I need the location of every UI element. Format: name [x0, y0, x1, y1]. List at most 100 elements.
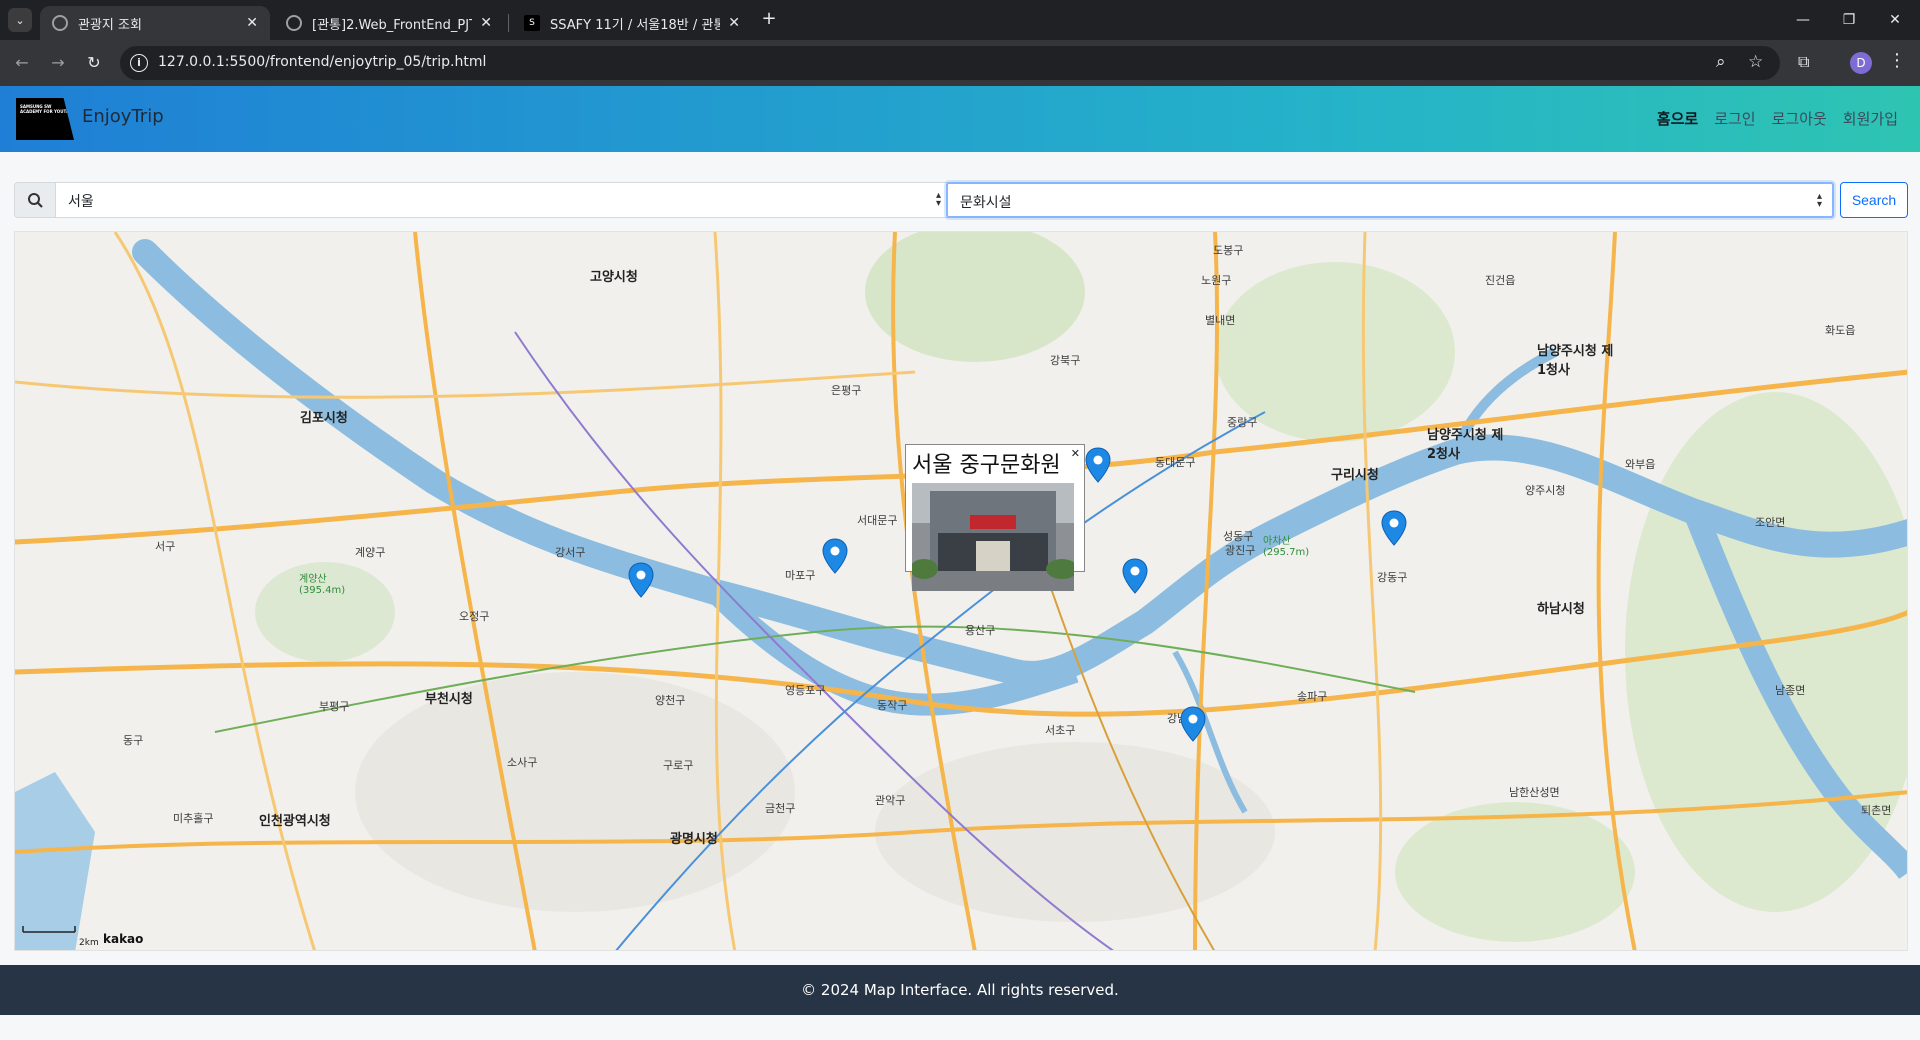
map-label: 남양주시청 제1청사: [1537, 344, 1614, 378]
map-scale-label: 2km: [79, 938, 99, 948]
search-icon-box: [14, 182, 56, 218]
back-icon[interactable]: ←: [10, 51, 34, 75]
map-label: 진건읍: [1485, 274, 1516, 287]
nav-signup[interactable]: 회원가입: [1843, 108, 1898, 129]
map-label: 중랑구: [1227, 416, 1258, 429]
map-label: 아차산 (295.7m): [1263, 536, 1310, 558]
tab-divider: [508, 14, 509, 32]
extensions-icon[interactable]: ⧉: [1798, 52, 1809, 72]
map-label: 도봉구: [1213, 244, 1244, 257]
map-label: 금천구: [765, 802, 796, 815]
map-label: 양천구: [655, 694, 686, 707]
new-tab-icon[interactable]: +: [758, 8, 780, 30]
forward-icon[interactable]: →: [46, 51, 70, 75]
tab-title: 관광지 조회: [78, 17, 142, 33]
place-photo: [912, 483, 1074, 591]
profile-avatar[interactable]: D: [1850, 52, 1872, 74]
map-label: 노원구: [1201, 274, 1232, 287]
map-label: 강북구: [1050, 354, 1081, 367]
map-marker-pin-icon[interactable]: [1085, 447, 1111, 483]
minimize-icon[interactable]: —: [1780, 0, 1826, 40]
map-marker-pin-icon[interactable]: [1381, 510, 1407, 546]
map-marker-pin-icon[interactable]: [1180, 706, 1206, 742]
map-label: 은평구: [831, 384, 862, 397]
infowindow-title: 서울 중구문화원: [912, 453, 1061, 478]
browser-tab[interactable]: S SSAFY 11기 / 서울18반 / 관통 ✕: [512, 6, 752, 40]
close-icon[interactable]: ✕: [728, 15, 740, 31]
bookmark-star-icon[interactable]: ☆: [1748, 52, 1763, 72]
map-label: 남한산성면: [1509, 786, 1560, 799]
page-footer: © 2024 Map Interface. All rights reserve…: [0, 965, 1920, 1015]
search-row: 서울 ▴ ▾ 문화시설 ▴ ▾ Search: [14, 182, 1908, 218]
close-icon[interactable]: ✕: [480, 15, 492, 31]
tab-title: SSAFY 11기 / 서울18반 / 관통: [550, 17, 721, 33]
map-label: 화도읍: [1825, 324, 1856, 337]
region-select[interactable]: 서울 ▴ ▾: [56, 182, 952, 218]
category-select[interactable]: 문화시설 ▴ ▾: [946, 182, 1834, 218]
map-label: 동대문구: [1155, 456, 1196, 469]
url-text[interactable]: 127.0.0.1:5500/frontend/enjoytrip_05/tri…: [158, 54, 486, 70]
map-label: 서대문구: [857, 514, 898, 527]
map-label: 광명시청: [670, 832, 718, 847]
nav-home[interactable]: 홈으로: [1657, 108, 1698, 129]
map-label: 구리시청: [1331, 468, 1379, 483]
globe-icon: [52, 15, 68, 31]
browser-tab-active[interactable]: 관광지 조회 ✕: [40, 6, 270, 40]
site-info-icon[interactable]: i: [130, 54, 148, 72]
infowindow-close-icon[interactable]: ✕: [1071, 447, 1080, 460]
map-label: 인천광역시청: [259, 814, 331, 829]
browser-tabbar: ⌄ 관광지 조회 ✕ [관통]2.Web_FrontEnd_PJT_v1.1 ✕…: [0, 0, 1920, 40]
category-select-value: 문화시설: [960, 195, 1012, 211]
map-label: 와부읍: [1625, 458, 1656, 471]
map-label: 영등포구: [785, 684, 826, 697]
ssafy-logo[interactable]: SAMSUNG SW ACADEMY FOR YOUTH: [16, 98, 74, 140]
map-marker-pin-icon[interactable]: [1122, 558, 1148, 594]
map-label: 구로구: [663, 759, 694, 772]
address-bar[interactable]: i 127.0.0.1:5500/frontend/enjoytrip_05/t…: [120, 46, 1780, 80]
tab-search-menu-icon[interactable]: ⌄: [8, 8, 32, 32]
map-label: 서초구: [1045, 724, 1076, 737]
map-label: 동구: [123, 734, 144, 747]
map-marker-pin-icon[interactable]: [628, 562, 654, 598]
map-label: 동작구: [877, 699, 908, 712]
map-label: 강서구: [555, 546, 586, 559]
region-select-value: 서울: [68, 194, 94, 210]
ssafy-favicon-icon: S: [524, 15, 540, 31]
kakao-map[interactable]: 고양시청 김포시청 강서구 양천구 구로구 광명시청 영등포구 마포구 서대문구…: [14, 231, 1908, 951]
map-label: 미추홀구: [173, 812, 214, 825]
kakao-attribution[interactable]: kakao: [103, 932, 143, 946]
map-label: 부천시청: [425, 692, 473, 707]
nav-login[interactable]: 로그인: [1714, 108, 1755, 129]
search-icon: [28, 193, 43, 208]
map-label: 계양구: [355, 546, 386, 559]
select-arrows-icon: ▴ ▾: [935, 190, 941, 209]
map-label: 부평구: [319, 700, 350, 713]
menu-kebab-icon[interactable]: ⋮: [1888, 50, 1906, 71]
zoom-icon[interactable]: ⌕: [1716, 52, 1726, 72]
globe-icon: [286, 15, 302, 31]
select-arrows-icon: ▴ ▾: [1816, 191, 1822, 210]
app-header: SAMSUNG SW ACADEMY FOR YOUTH EnjoyTrip 홈…: [0, 86, 1920, 152]
browser-toolbar: ← → ↻ i 127.0.0.1:5500/frontend/enjoytri…: [0, 40, 1920, 86]
close-icon[interactable]: ✕: [246, 15, 258, 31]
map-label: 광진구: [1225, 544, 1256, 557]
map-label: 서구: [155, 540, 176, 553]
map-label: 별내면: [1205, 314, 1236, 327]
nav-logout[interactable]: 로그아웃: [1772, 108, 1827, 129]
map-label: 조안면: [1755, 516, 1786, 529]
brand-name[interactable]: EnjoyTrip: [82, 106, 164, 127]
reload-icon[interactable]: ↻: [82, 51, 106, 75]
map-label: 용산구: [965, 624, 996, 637]
restore-icon[interactable]: ❐: [1826, 0, 1872, 40]
map-marker-pin-icon[interactable]: [822, 538, 848, 574]
map-label: 하남시청: [1537, 602, 1585, 617]
map-label: 계양산 (395.4m): [299, 574, 346, 596]
window-close-icon[interactable]: ✕: [1872, 0, 1918, 40]
map-label: 관악구: [875, 794, 906, 807]
map-infowindow: 서울 중구문화원 ✕: [905, 444, 1085, 591]
browser-tab[interactable]: [관통]2.Web_FrontEnd_PJT_v1.1 ✕: [274, 6, 504, 40]
map-label: 강동구: [1377, 571, 1408, 584]
page-content: SAMSUNG SW ACADEMY FOR YOUTH EnjoyTrip 홈…: [0, 86, 1920, 1040]
map-label: 퇴촌면: [1861, 804, 1892, 817]
search-button[interactable]: Search: [1840, 182, 1908, 218]
